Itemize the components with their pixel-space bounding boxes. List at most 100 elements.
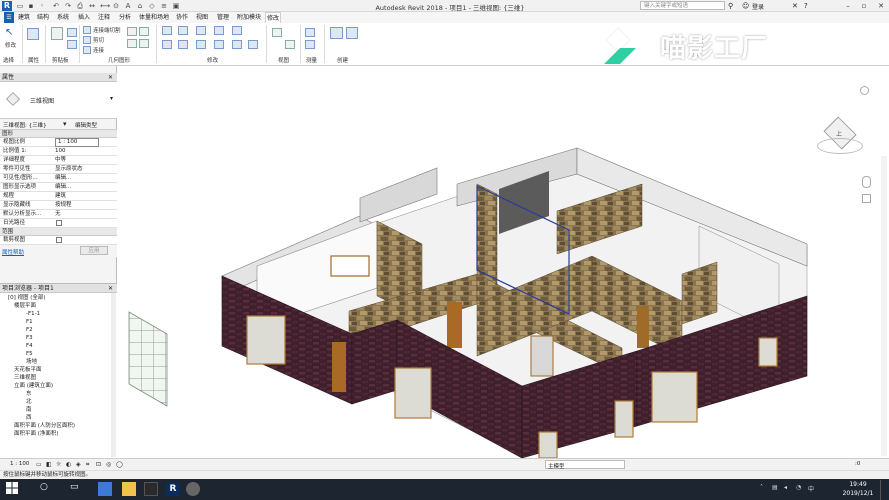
browser-tree-item[interactable]: 立面 (建筑立面) bbox=[8, 382, 117, 390]
browser-tree-item[interactable]: 面积平面 (净面积) bbox=[8, 430, 117, 438]
tab-manage[interactable]: 管理 bbox=[216, 12, 230, 23]
cut-geometry-label[interactable]: 剪切 bbox=[93, 36, 104, 44]
lock-icon[interactable]: ⊡ bbox=[96, 461, 101, 468]
help-icon[interactable]: ? bbox=[804, 2, 808, 10]
browser-tree-item[interactable]: F3 bbox=[8, 334, 117, 342]
print-icon[interactable]: ⎙ bbox=[76, 2, 84, 10]
tab-massing-site[interactable]: 体量和场地 bbox=[138, 12, 170, 23]
user-icon[interactable]: ☺ bbox=[742, 2, 749, 10]
sync-icon[interactable]: ◦ bbox=[38, 2, 46, 10]
measure-tool-icon[interactable] bbox=[305, 28, 315, 37]
split-icon[interactable] bbox=[232, 26, 242, 35]
tab-analyze[interactable]: 分析 bbox=[118, 12, 132, 23]
minimize-button[interactable]: – bbox=[841, 0, 855, 12]
volume-icon[interactable]: ◂ bbox=[784, 484, 787, 491]
camera-app-icon[interactable] bbox=[186, 482, 200, 496]
save-icon[interactable]: ▪ bbox=[27, 2, 35, 10]
chevron-up-icon[interactable]: ˄ bbox=[760, 484, 763, 491]
window[interactable] bbox=[614, 400, 634, 438]
copy-element-icon[interactable] bbox=[178, 40, 188, 49]
rotate-icon[interactable] bbox=[196, 40, 206, 49]
crop-icon[interactable]: ⌗ bbox=[86, 461, 89, 469]
property-value[interactable]: 显示原状态 bbox=[55, 165, 99, 174]
dimension-icon[interactable]: ⟷ bbox=[100, 2, 110, 10]
copy-icon[interactable] bbox=[67, 40, 77, 49]
window[interactable] bbox=[758, 337, 778, 367]
render-icon[interactable]: ◈ bbox=[76, 461, 81, 468]
demolish-icon[interactable] bbox=[139, 39, 149, 48]
brick-wall-corner[interactable] bbox=[351, 319, 398, 405]
clock-time[interactable]: 19:49 bbox=[838, 481, 878, 488]
chevron-down-icon[interactable]: ▾ bbox=[63, 120, 67, 128]
mirror-axis-icon[interactable] bbox=[196, 26, 206, 35]
tab-view[interactable]: 视图 bbox=[195, 12, 209, 23]
measure-icon[interactable]: ↔ bbox=[88, 2, 96, 10]
properties-help-link[interactable]: 属性帮助 bbox=[2, 248, 24, 256]
filter-count[interactable]: :0 bbox=[855, 461, 860, 467]
browser-tree-item[interactable]: 面积平面 (人防分区面积) bbox=[8, 422, 117, 430]
modify-cursor-icon[interactable]: ↖ bbox=[5, 27, 16, 38]
network-icon[interactable]: ▤ bbox=[772, 484, 778, 491]
crop-view-checkbox[interactable] bbox=[56, 237, 62, 243]
visual-style-icon[interactable]: ◧ bbox=[46, 461, 52, 468]
reveal-hidden-icon[interactable]: ◯ bbox=[116, 461, 123, 468]
browser-tree-item[interactable]: 西 bbox=[8, 414, 117, 422]
windows-start-icon[interactable] bbox=[6, 482, 20, 496]
modify-button-label[interactable]: 修改 bbox=[5, 41, 16, 49]
task-view-icon[interactable]: ▭ bbox=[70, 482, 84, 496]
property-value[interactable]: 建筑 bbox=[55, 192, 99, 201]
revit-app-icon[interactable]: R bbox=[2, 1, 12, 11]
binoculars-icon[interactable]: ⚲ bbox=[728, 2, 733, 10]
tab-modify[interactable]: 修改 bbox=[265, 12, 282, 23]
cut-icon[interactable] bbox=[67, 28, 77, 37]
zoom-icon[interactable] bbox=[862, 194, 871, 203]
app-icon[interactable] bbox=[144, 482, 158, 496]
chevron-down-icon[interactable]: ▾ bbox=[110, 95, 113, 102]
aligned-dimension-icon[interactable] bbox=[305, 40, 315, 49]
view-scale[interactable]: 1 : 100 bbox=[10, 461, 29, 467]
property-value[interactable]: 100 bbox=[55, 147, 99, 156]
join-icon[interactable] bbox=[83, 46, 91, 54]
cope-label[interactable]: 连接端切割 bbox=[93, 26, 121, 34]
tab-architecture[interactable]: 建筑 bbox=[17, 12, 31, 23]
tab-annotate[interactable]: 注释 bbox=[97, 12, 111, 23]
browser-tree-item[interactable]: 天花板平面 bbox=[8, 366, 117, 374]
align-icon[interactable] bbox=[162, 26, 172, 35]
property-value[interactable]: 编辑... bbox=[55, 174, 99, 183]
browser-tree-item[interactable]: F1 bbox=[8, 318, 117, 326]
join-label[interactable]: 连接 bbox=[93, 46, 104, 54]
glass-door[interactable] bbox=[394, 367, 432, 419]
trim-icon[interactable] bbox=[214, 40, 224, 49]
show-desktop-button[interactable] bbox=[880, 480, 889, 500]
text-icon[interactable]: A bbox=[124, 2, 132, 10]
undo-icon[interactable]: ↶ bbox=[52, 2, 60, 10]
property-value[interactable]: 无 bbox=[55, 210, 99, 219]
properties-icon[interactable] bbox=[27, 28, 39, 40]
browser-scrollbar[interactable] bbox=[111, 293, 116, 457]
search-icon[interactable]: ○ bbox=[40, 482, 54, 496]
main-model-select[interactable]: 主模型 bbox=[545, 460, 625, 470]
window[interactable] bbox=[538, 431, 558, 459]
hide-isolate-icon[interactable]: ◎ bbox=[106, 461, 111, 468]
glass-door[interactable] bbox=[651, 371, 698, 423]
open-icon[interactable]: ▭ bbox=[16, 2, 24, 10]
tab-insert[interactable]: 插入 bbox=[77, 12, 91, 23]
thin-lines-icon[interactable]: ≡ bbox=[160, 2, 168, 10]
cope-icon[interactable] bbox=[83, 26, 91, 34]
property-value[interactable]: 中等 bbox=[55, 156, 99, 165]
scale-icon[interactable] bbox=[248, 40, 258, 49]
paste-icon[interactable] bbox=[51, 27, 63, 40]
maximize-button[interactable]: ▫ bbox=[857, 0, 871, 12]
browser-tree-item[interactable]: 北 bbox=[8, 398, 117, 406]
override-graphics-icon[interactable] bbox=[285, 40, 295, 49]
close-browser-icon[interactable]: ✕ bbox=[108, 284, 113, 293]
close-button[interactable]: ✕ bbox=[874, 0, 888, 12]
clock-date[interactable]: 2019/12/1 bbox=[834, 490, 882, 497]
curtain-wall[interactable] bbox=[128, 311, 168, 407]
detail-level-icon[interactable]: ▭ bbox=[36, 461, 42, 468]
create-group-icon[interactable] bbox=[346, 27, 358, 39]
browser-tree-item[interactable]: F5 bbox=[8, 350, 117, 358]
home-view-icon[interactable] bbox=[860, 86, 869, 95]
door[interactable] bbox=[530, 335, 554, 377]
file-explorer-icon[interactable] bbox=[122, 482, 136, 496]
